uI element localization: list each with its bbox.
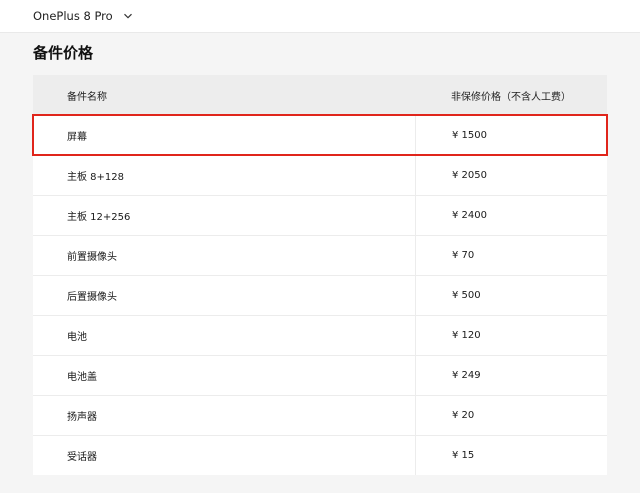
- top-bar: OnePlus 8 Pro: [0, 0, 640, 33]
- part-name: 屏幕: [67, 132, 87, 143]
- chevron-down-icon[interactable]: [123, 11, 133, 21]
- table-row: 电池 ¥ 120: [33, 315, 607, 355]
- parts-price-table: 备件名称 非保修价格（不含人工费） 屏幕 ¥ 1500 主板 8+128 ¥ 2050…: [32, 75, 608, 475]
- table-body: 屏幕 ¥ 1500 主板 8+128 ¥ 2050 主板 12+256 ¥ 2400 前置摄…: [32, 114, 608, 475]
- part-name: 受话器: [67, 452, 97, 463]
- part-price: ¥ 15: [415, 436, 607, 475]
- part-price: ¥ 249: [415, 356, 607, 395]
- part-name: 电池: [67, 332, 87, 343]
- table-row: 电池盖 ¥ 249: [33, 355, 607, 395]
- part-price: ¥ 2400: [415, 196, 607, 235]
- part-price: ¥ 70: [415, 236, 607, 275]
- part-name: 主板 8+128: [67, 172, 125, 183]
- part-price: ¥ 120: [415, 316, 607, 355]
- table-row: 主板 8+128 ¥ 2050: [33, 155, 607, 195]
- table-header: 备件名称 非保修价格（不含人工费）: [33, 75, 607, 115]
- table-row: 受话器 ¥ 15: [33, 435, 607, 475]
- part-price: ¥ 1500: [415, 116, 607, 155]
- column-header-price: 非保修价格（不含人工费）: [451, 91, 571, 103]
- table-row-highlighted: 屏幕 ¥ 1500: [32, 114, 608, 156]
- part-name: 后置摄像头: [67, 292, 117, 303]
- part-name: 前置摄像头: [67, 252, 117, 263]
- part-price: ¥ 500: [415, 276, 607, 315]
- table-row: 前置摄像头 ¥ 70: [33, 235, 607, 275]
- model-label: OnePlus 8 Pro: [33, 9, 113, 23]
- part-name: 扬声器: [67, 412, 97, 423]
- part-name: 主板 12+256: [67, 212, 131, 223]
- table-row: 后置摄像头 ¥ 500: [33, 275, 607, 315]
- table-row: 扬声器 ¥ 20: [33, 395, 607, 435]
- part-price: ¥ 20: [415, 396, 607, 435]
- table-row: 主板 12+256 ¥ 2400: [33, 195, 607, 235]
- column-header-part-name: 备件名称: [67, 91, 107, 103]
- part-name: 电池盖: [67, 372, 97, 383]
- section-title: 备件价格: [33, 44, 94, 62]
- model-selector[interactable]: OnePlus 8 Pro: [33, 0, 133, 32]
- part-price: ¥ 2050: [415, 156, 607, 195]
